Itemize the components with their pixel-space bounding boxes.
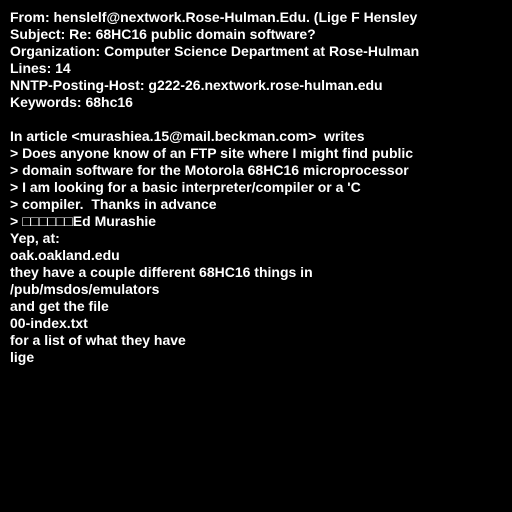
attribution-line: In article <murashiea.15@mail.beckman.co…	[10, 128, 365, 144]
signature-line: lige	[10, 349, 35, 365]
reply-line: Yep, at:	[10, 230, 60, 246]
quoted-line: > □□□□□□Ed Murashie	[10, 213, 157, 229]
reply-line: for a list of what they have	[10, 332, 186, 348]
reply-line: 00-index.txt	[10, 315, 88, 331]
quoted-line: > compiler. Thanks in advance	[10, 196, 217, 212]
quoted-line: > domain software for the Motorola 68HC1…	[10, 162, 409, 178]
quoted-line: > Does anyone know of an FTP site where …	[10, 145, 414, 161]
reply-line: /pub/msdos/emulators	[10, 281, 160, 297]
header-keywords: Keywords: 68hc16	[10, 94, 133, 110]
header-lines: Lines: 14	[10, 60, 71, 76]
reply-line: they have a couple different 68HC16 thin…	[10, 264, 313, 280]
message-view: From: henslelf@nextwork.Rose-Hulman.Edu.…	[0, 0, 512, 512]
reply-line: and get the file	[10, 298, 109, 314]
reply-line: oak.oakland.edu	[10, 247, 120, 263]
quoted-line: > I am looking for a basic interpreter/c…	[10, 179, 361, 195]
header-organization: Organization: Computer Science Departmen…	[10, 43, 420, 59]
header-subject: Subject: Re: 68HC16 public domain softwa…	[10, 26, 316, 42]
header-nntp-posting-host: NNTP-Posting-Host: g222-26.nextwork.rose…	[10, 77, 383, 93]
header-from: From: henslelf@nextwork.Rose-Hulman.Edu.…	[10, 9, 418, 25]
